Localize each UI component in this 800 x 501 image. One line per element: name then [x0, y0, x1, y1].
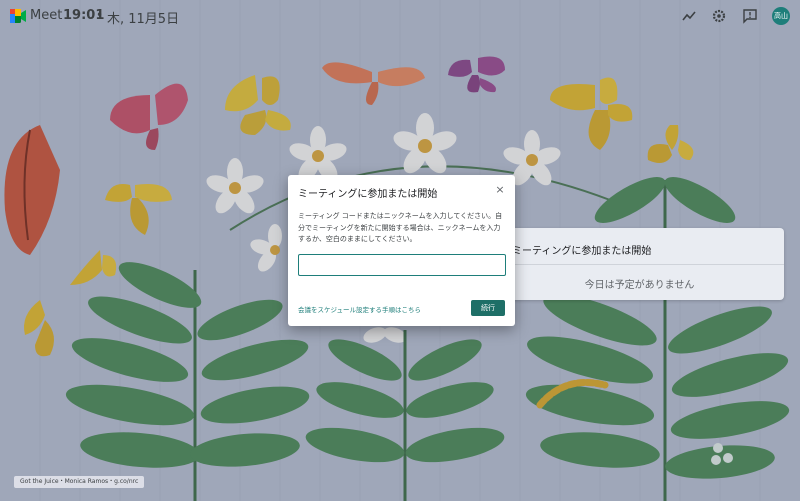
divider: [495, 264, 784, 265]
card-title[interactable]: ミーティングに参加または開始: [512, 242, 651, 257]
top-bar: Meet 19:01 • 木, 11月5日 高山: [0, 0, 800, 34]
join-meeting-dialog: ミーティングに参加または開始 × ミーティング コードまたはニックネームを入力し…: [288, 175, 515, 326]
dialog-title: ミーティングに参加または開始: [298, 189, 438, 200]
meet-logo-icon: [10, 9, 26, 23]
app-name: Meet: [30, 8, 63, 23]
feedback-icon[interactable]: [741, 7, 759, 25]
meeting-code-input[interactable]: [298, 254, 506, 276]
join-or-start-card[interactable]: ミーティングに参加または開始 今日は予定がありません: [495, 228, 784, 300]
separator: •: [96, 8, 104, 22]
avatar[interactable]: 高山: [772, 7, 790, 25]
schedule-help-link[interactable]: 会議をスケジュール設定する手順はこちら: [298, 304, 421, 314]
trending-icon[interactable]: [680, 7, 698, 25]
background-credit[interactable]: Got the Juice・Monica Ramos・g.co/nrc: [14, 476, 145, 488]
no-events-message: 今日は予定がありません: [584, 280, 695, 291]
gear-icon[interactable]: [710, 7, 728, 25]
continue-button[interactable]: 続行: [471, 300, 505, 316]
meet-home-screen: Meet 19:01 • 木, 11月5日 高山 ミーティングに参加または開始 …: [0, 0, 800, 501]
dialog-description: ミーティング コードまたはニックネームを入力してください。自分でミーティングを新…: [298, 212, 503, 243]
current-date: 木, 11月5日: [107, 12, 180, 27]
close-icon[interactable]: ×: [494, 184, 506, 196]
